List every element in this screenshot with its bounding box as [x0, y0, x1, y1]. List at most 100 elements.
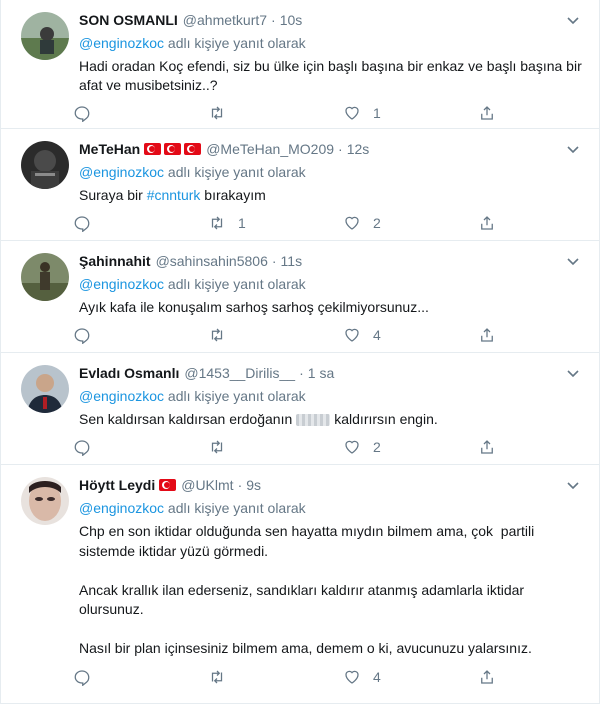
share-button[interactable]: [478, 326, 496, 344]
display-name[interactable]: Höytt Leydi: [79, 477, 155, 493]
like-button[interactable]: 2: [343, 438, 478, 456]
user-handle[interactable]: @ahmetkurt7: [183, 12, 267, 28]
hashtag-link[interactable]: #cnnturk: [147, 187, 201, 203]
chevron-down-icon[interactable]: [565, 141, 581, 157]
reply-button[interactable]: [73, 214, 208, 232]
tweet-text: Chp en son iktidar olduğunda sen hayatta…: [79, 523, 535, 656]
display-name[interactable]: MeTeHan: [79, 141, 140, 157]
separator-dot: ·: [237, 477, 243, 493]
timestamp[interactable]: 10s: [280, 12, 303, 28]
flag-emojis: [159, 479, 177, 491]
tweet[interactable]: Evladı Osmanlı @1453__Dirilis__ · 1 sa @…: [1, 353, 599, 465]
avatar[interactable]: [21, 141, 69, 189]
share-icon: [481, 216, 493, 230]
reply-mention[interactable]: @enginozkoc: [79, 500, 164, 516]
flag-emojis: [144, 143, 202, 155]
like-button[interactable]: 2: [343, 214, 478, 232]
tweet[interactable]: Şahinnahit @sahinsahin5806 · 11s @engino…: [1, 241, 599, 353]
reply-icon: [74, 669, 90, 686]
retweet-button[interactable]: [208, 668, 343, 686]
reply-context: @enginozkoc adlı kişiye yanıt olarak: [79, 387, 587, 406]
like-count: 2: [373, 439, 381, 455]
reply-context: @enginozkoc adlı kişiye yanıt olarak: [79, 275, 587, 294]
reply-icon: [74, 106, 90, 122]
censored-word: [296, 414, 331, 427]
user-handle[interactable]: @UKlmt: [181, 477, 233, 493]
like-count: 4: [373, 668, 381, 685]
reply-mention[interactable]: @enginozkoc: [79, 276, 164, 292]
tweet-actions: 4: [73, 659, 587, 695]
retweet-icon: [211, 106, 223, 120]
user-handle[interactable]: @sahinsahin5806: [156, 253, 268, 269]
display-name[interactable]: SON OSMANLI: [79, 12, 178, 28]
timestamp[interactable]: 1 sa: [308, 365, 334, 381]
retweet-button[interactable]: 1: [208, 214, 343, 232]
share-icon: [481, 440, 493, 454]
share-button[interactable]: [478, 214, 496, 232]
tweet-timeline: SON OSMANLI @ahmetkurt7 · 10s @enginozko…: [0, 0, 600, 704]
reply-mention[interactable]: @enginozkoc: [79, 35, 164, 51]
timestamp[interactable]: 9s: [246, 477, 261, 493]
retweet-icon: [211, 440, 223, 454]
heart-icon: [345, 216, 359, 230]
tweet-text-start: Suraya bir: [79, 187, 147, 203]
display-name[interactable]: Evladı Osmanlı: [79, 365, 179, 381]
avatar[interactable]: [21, 253, 69, 301]
share-icon: [481, 669, 493, 684]
reply-label: adlı kişiye yanıt olarak: [164, 35, 306, 51]
reply-icon: [74, 440, 90, 456]
retweet-icon: [211, 328, 223, 342]
user-handle[interactable]: @1453__Dirilis__: [184, 365, 295, 381]
retweet-button[interactable]: [208, 104, 343, 122]
turkey-flag-icon: [159, 479, 177, 491]
like-count: 2: [373, 215, 381, 231]
user-handle[interactable]: @MeTeHan_MO209: [206, 141, 334, 157]
share-button[interactable]: [478, 668, 496, 686]
tweet[interactable]: MeTeHan @MeTeHan_MO209 · 12s @enginozkoc…: [1, 129, 599, 241]
avatar[interactable]: [21, 365, 69, 413]
reply-button[interactable]: [73, 438, 208, 456]
turkey-flag-icon: [184, 143, 202, 155]
reply-mention[interactable]: @enginozkoc: [79, 388, 164, 404]
chevron-down-icon[interactable]: [565, 365, 581, 381]
reply-context: @enginozkoc adlı kişiye yanıt olarak: [79, 34, 587, 53]
chevron-down-icon[interactable]: [565, 253, 581, 269]
reply-label: adlı kişiye yanıt olarak: [164, 500, 306, 516]
chevron-down-icon[interactable]: [565, 477, 581, 493]
share-button[interactable]: [478, 438, 496, 456]
like-button[interactable]: 4: [343, 668, 478, 686]
reply-icon: [74, 328, 90, 344]
like-button[interactable]: 4: [343, 326, 478, 344]
reply-button[interactable]: [73, 326, 208, 344]
reply-button[interactable]: [73, 668, 208, 686]
display-name[interactable]: Şahinnahit: [79, 253, 151, 269]
timestamp[interactable]: 12s: [347, 141, 370, 157]
reply-context: @enginozkoc adlı kişiye yanıt olarak: [79, 163, 587, 182]
tweet-text: Ayık kafa ile konuşalım sarhoş sarhoş çe…: [79, 299, 429, 315]
timestamp[interactable]: 11s: [281, 253, 303, 269]
retweet-button[interactable]: [208, 438, 343, 456]
heart-icon: [345, 440, 359, 454]
separator-dot: ·: [271, 12, 276, 28]
reply-button[interactable]: [73, 104, 208, 122]
separator-dot: ·: [299, 365, 304, 381]
tweet-text: Sen kaldırsan kaldırsan erdoğanın kaldırı…: [79, 410, 587, 429]
like-button[interactable]: 1: [343, 104, 478, 122]
tweet-actions: 1 2: [73, 205, 587, 241]
retweet-count: 1: [238, 215, 246, 231]
reply-context: @enginozkoc adlı kişiye yanıt olarak: [79, 499, 587, 518]
chevron-down-icon[interactable]: [565, 12, 581, 28]
tweet-actions: 2: [73, 429, 587, 465]
tweet[interactable]: Höytt Leydi @UKlmt · 9s @enginozkoc adlı…: [1, 465, 599, 704]
reply-mention[interactable]: @enginozkoc: [79, 164, 164, 180]
heart-icon: [345, 328, 359, 342]
share-button[interactable]: [478, 104, 496, 122]
like-count: 1: [373, 105, 381, 121]
avatar[interactable]: [21, 12, 69, 60]
tweet-text: Suraya bir #cnnturk bırakayım: [79, 186, 587, 205]
tweet-text-end: bırakayım: [200, 187, 266, 203]
tweet[interactable]: SON OSMANLI @ahmetkurt7 · 10s @enginozko…: [1, 0, 599, 129]
avatar[interactable]: [21, 477, 69, 525]
retweet-button[interactable]: [208, 326, 343, 344]
turkey-flag-icon: [144, 143, 162, 155]
